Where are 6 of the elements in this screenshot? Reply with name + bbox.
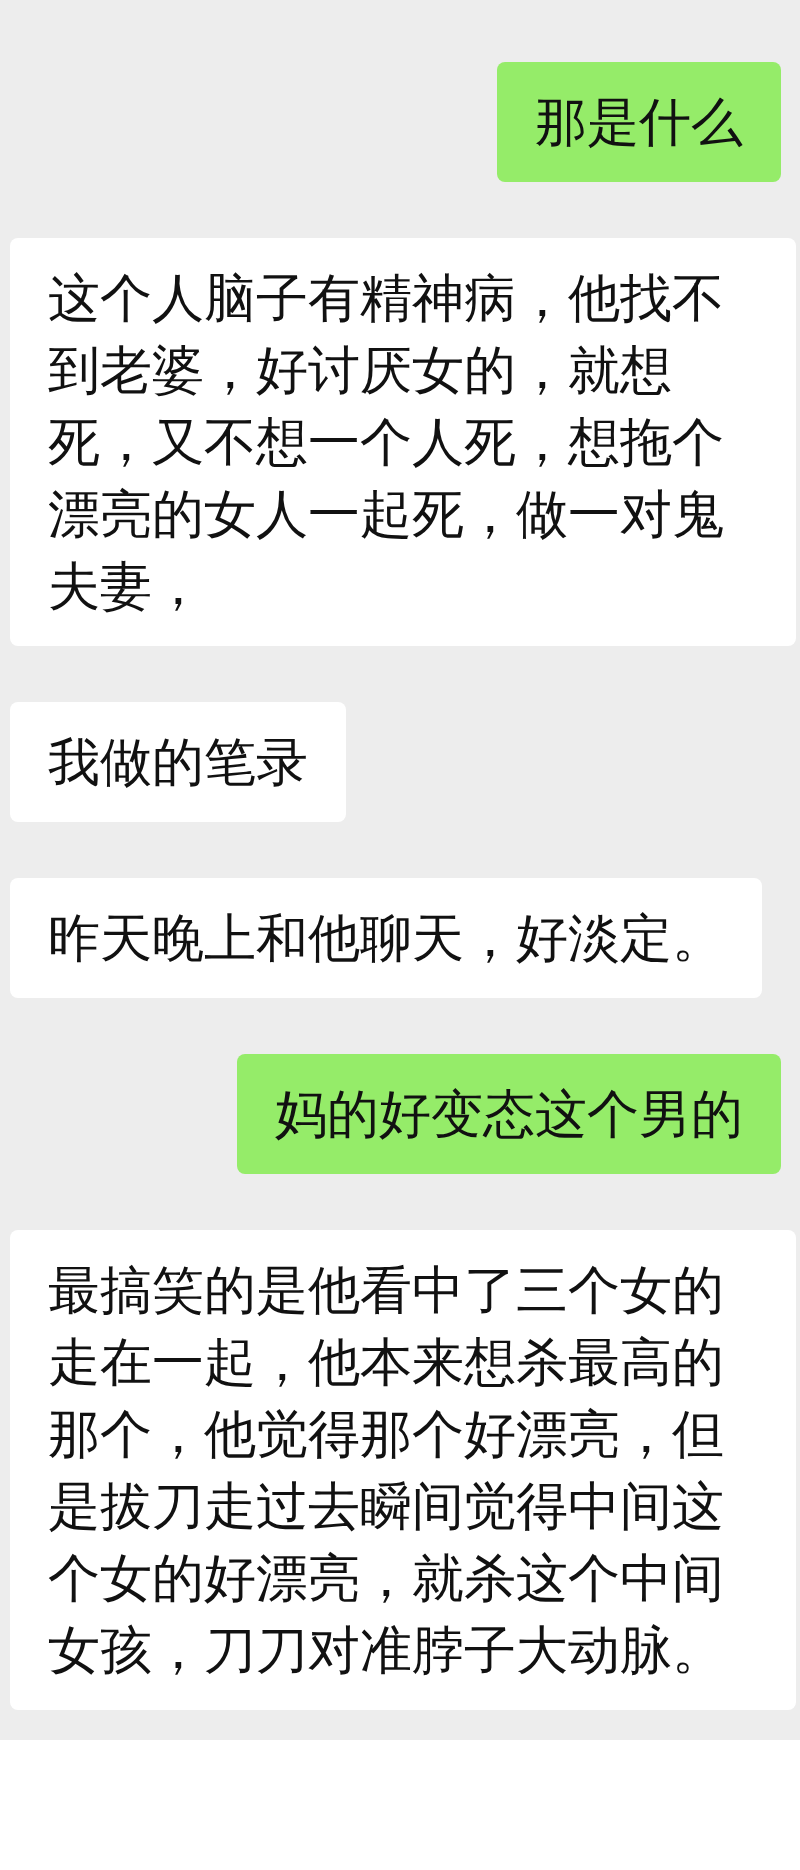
message-bubble: 昨天晚上和他聊天，好淡定。: [10, 878, 762, 998]
message-bubble: 妈的好变态这个男的: [237, 1054, 781, 1174]
message-bubble: 最搞笑的是他看中了三个女的走在一起，他本来想杀最高的那个，他觉得那个好漂亮，但是拔刀走过去瞬间觉得中间这个女的好漂亮，就杀这个中间女孩，刀刀对准脖子大动脉。: [10, 1230, 796, 1710]
message-bubble: 我做的笔录: [10, 702, 346, 822]
message-bubble: 那是什么: [497, 62, 781, 182]
message-bubble: 这个人脑子有精神病，他找不到老婆，好讨厌女的，就想死，又不想一个人死，想拖个漂亮的女人一起死，做一对鬼夫妻，: [10, 238, 796, 646]
